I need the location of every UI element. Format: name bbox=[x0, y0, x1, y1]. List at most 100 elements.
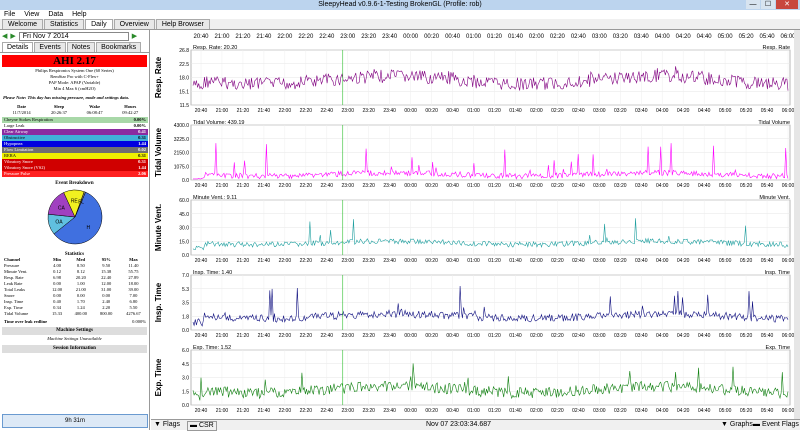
time-tick-label: 22:00 bbox=[279, 183, 292, 189]
time-tick-label: 01:20 bbox=[488, 183, 501, 189]
graphs-dropdown[interactable]: ▼ Graphs bbox=[721, 420, 753, 430]
time-tick-label: 03:00 bbox=[593, 108, 606, 114]
window-controls: — ☐ ✕ bbox=[746, 0, 798, 10]
legend-label: Resp. Rate bbox=[762, 45, 790, 51]
time-tick-label: 05:40 bbox=[761, 183, 774, 189]
menu-view[interactable]: View bbox=[24, 10, 39, 19]
time-tick-label: 02:20 bbox=[551, 108, 564, 114]
time-tick-label: 23:40 bbox=[382, 34, 398, 40]
time-tick-label: 02:20 bbox=[551, 183, 564, 189]
session-times: Date Sleep Wake Hours 11/7/2014 20:26:37… bbox=[2, 104, 148, 116]
time-tick-label: 21:40 bbox=[258, 108, 271, 114]
close-button[interactable]: ✕ bbox=[776, 0, 798, 9]
time-tick-label: 05:40 bbox=[760, 34, 776, 40]
time-tick-label: 00:20 bbox=[425, 108, 438, 114]
tab-welcome[interactable]: Welcome bbox=[2, 19, 44, 29]
time-tick-label: 23:00 bbox=[341, 333, 354, 339]
time-tick-label: 23:40 bbox=[383, 333, 396, 339]
time-tick-label: 01:00 bbox=[467, 408, 480, 414]
back-arrow-icon[interactable]: ◀ bbox=[2, 32, 7, 40]
time-tick-label: 01:20 bbox=[488, 408, 501, 414]
time-tick-label: 21:20 bbox=[237, 108, 250, 114]
stats-cell: 4276.67 bbox=[126, 311, 141, 316]
time-tick-label: 00:20 bbox=[425, 258, 438, 264]
time-tick-label: 05:20 bbox=[740, 258, 753, 264]
time-tick-label: 22:20 bbox=[300, 408, 313, 414]
tab-overview[interactable]: Overview bbox=[113, 19, 155, 29]
time-tick-label: 00:20 bbox=[424, 34, 440, 40]
y-tick-label: 11.5 bbox=[180, 103, 190, 109]
cursor-value: Insp. Time: 1.40 bbox=[193, 270, 232, 276]
tab-events[interactable]: Events bbox=[34, 42, 66, 52]
forward-arrow-icon[interactable]: ▶ bbox=[10, 32, 15, 40]
y-axis-label: Insp. Time bbox=[154, 282, 163, 322]
time-tick-label: 05:40 bbox=[761, 108, 774, 114]
time-tick-label: 02:20 bbox=[551, 258, 564, 264]
time-tick-label: 00:40 bbox=[446, 183, 459, 189]
time-tick-label: 03:20 bbox=[613, 34, 629, 40]
time-tick-label: 20:40 bbox=[193, 34, 209, 40]
date-navigator: ◀ ▶ Fri Nov 7 2014 ▶ bbox=[0, 30, 149, 42]
time-tick-label: 03:40 bbox=[635, 108, 648, 114]
y-tick-label: 0.0 bbox=[182, 403, 189, 409]
legend-label: Tidal Volume bbox=[758, 120, 790, 126]
time-tick-label: 22:40 bbox=[321, 258, 334, 264]
time-tick-label: 20:40 bbox=[195, 333, 208, 339]
time-tick-label: 23:40 bbox=[383, 258, 396, 264]
time-tick-label: 04:00 bbox=[656, 333, 669, 339]
time-tick-label: 22:20 bbox=[300, 108, 313, 114]
event-label: Pressure Pulse bbox=[4, 171, 31, 176]
time-tick-label: 00:40 bbox=[446, 108, 459, 114]
tab-daily[interactable]: Daily bbox=[85, 19, 113, 29]
csr-label: CSR bbox=[198, 422, 214, 429]
y-tick-label: 3225.0 bbox=[174, 137, 190, 143]
time-tick-label: 04:20 bbox=[677, 258, 690, 264]
menu-help[interactable]: Help bbox=[72, 10, 86, 19]
time-tick-label: 20:40 bbox=[195, 183, 208, 189]
tab-details[interactable]: Details bbox=[2, 42, 34, 52]
time-tick-label: 01:00 bbox=[466, 34, 482, 40]
time-tick-label: 22:20 bbox=[300, 183, 313, 189]
tab-bookmarks[interactable]: Bookmarks bbox=[96, 42, 142, 52]
tab-notes[interactable]: Notes bbox=[66, 42, 96, 52]
y-tick-label: 18.0 bbox=[179, 76, 189, 82]
graph-canvas[interactable]: 20:40 21:00 21:20 21:40 22:00 22:20 22:40 23:00… bbox=[151, 30, 800, 419]
time-tick-label: 04:20 bbox=[677, 108, 690, 114]
time-tick-label: 04:20 bbox=[677, 408, 690, 414]
stats-cell: 800.00 bbox=[100, 311, 113, 316]
time-tick-label: 00:20 bbox=[425, 408, 438, 414]
time-tick-label: 05:20 bbox=[739, 34, 755, 40]
y-tick-label: 1.8 bbox=[182, 314, 189, 320]
statistics-table: Channel Min Med 95% Max Pressure 4.00 8.50 9.50 1… bbox=[2, 257, 148, 317]
stats-cell: 15.33 bbox=[51, 311, 63, 316]
vertical-scrollbar[interactable] bbox=[794, 30, 800, 419]
event-breakdown-pie: HOACARE FL bbox=[47, 189, 103, 245]
time-tick-label: 05:20 bbox=[740, 408, 753, 414]
time-tick-label: 02:40 bbox=[572, 408, 585, 414]
date-picker[interactable]: Fri Nov 7 2014 bbox=[18, 31, 129, 41]
time-tick-label: 23:00 bbox=[340, 34, 356, 40]
legend-label: Exp. Time bbox=[766, 345, 790, 351]
y-tick-label: 1.5 bbox=[182, 389, 189, 395]
time-tick-label: 03:00 bbox=[593, 333, 606, 339]
tab-help-browser[interactable]: Help Browser bbox=[155, 19, 210, 29]
minimize-button[interactable]: — bbox=[746, 0, 760, 9]
event-flags-dropdown[interactable]: ▬ Event Flags bbox=[753, 420, 799, 430]
time-tick-label: 04:40 bbox=[698, 333, 711, 339]
menu-file[interactable]: File bbox=[4, 10, 15, 19]
menu-bar: File View Data Help bbox=[0, 10, 800, 19]
time-over-label: Time over leak redline bbox=[4, 319, 48, 324]
main-tabs: Welcome Statistics Daily Overview Help B… bbox=[0, 19, 800, 30]
time-tick-label: 21:40 bbox=[258, 333, 271, 339]
session-duration-bar[interactable]: 9h 31m bbox=[2, 414, 148, 428]
time-tick-label: 03:00 bbox=[593, 408, 606, 414]
tab-statistics[interactable]: Statistics bbox=[44, 19, 85, 29]
menu-data[interactable]: Data bbox=[48, 10, 63, 19]
y-tick-label: 15.1 bbox=[179, 89, 189, 95]
flags-toggle[interactable]: ▼ Flags bbox=[154, 420, 180, 430]
bottom-toolbar: ▼ Flags ▬ CSR Nov 07 23:03:34.687 ▼ Grap… bbox=[151, 419, 800, 431]
maximize-button[interactable]: ☐ bbox=[761, 0, 775, 9]
y-tick-label: 45.0 bbox=[179, 212, 189, 218]
calendar-next-icon[interactable]: ▶ bbox=[132, 32, 137, 40]
event-row[interactable]: Pressure Pulse 2.06 bbox=[2, 171, 148, 177]
